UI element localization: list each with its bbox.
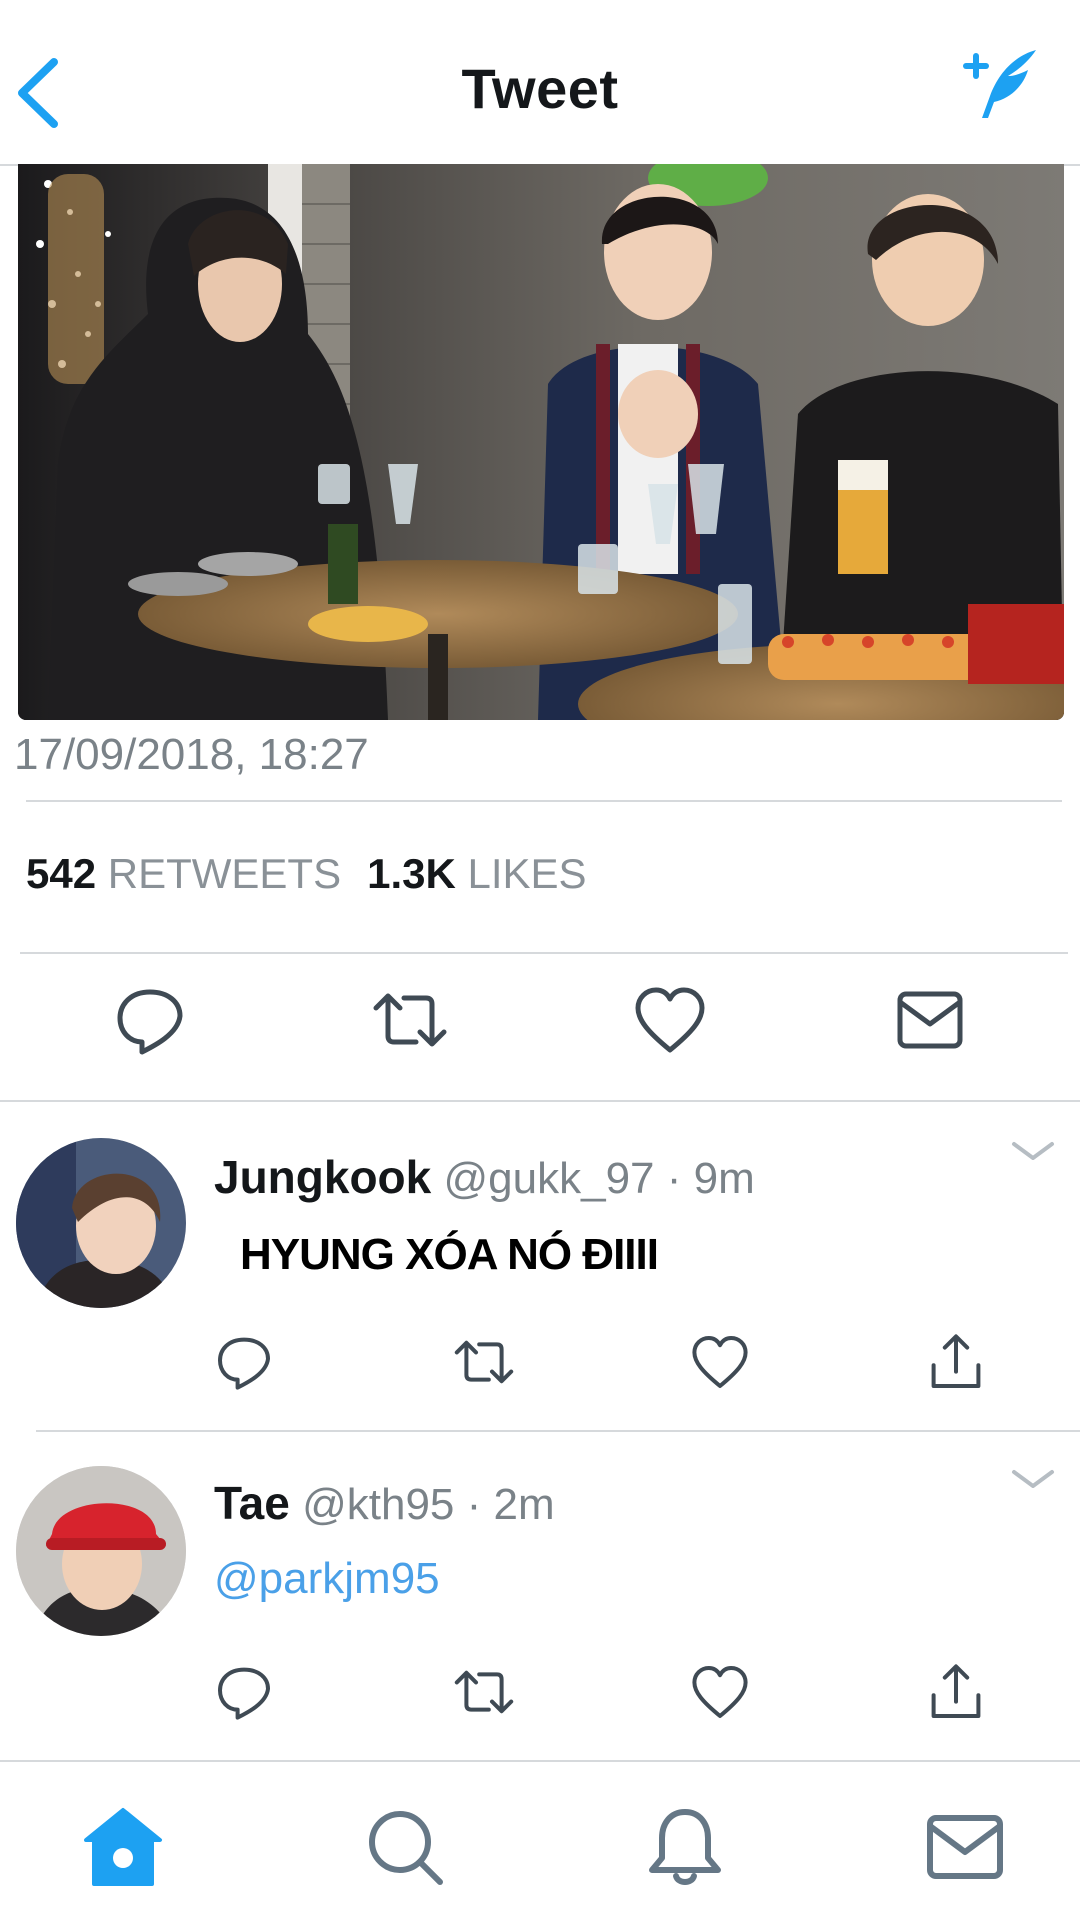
messages-icon — [927, 1815, 1003, 1879]
display-name[interactable]: Tae — [214, 1477, 290, 1529]
tab-notifications[interactable] — [640, 1802, 730, 1892]
search-icon — [369, 1811, 443, 1885]
like-icon — [692, 1336, 748, 1388]
reply-header: Tae @kth95 · 2m — [214, 1476, 555, 1530]
retweet-button[interactable] — [370, 980, 450, 1060]
share-icon — [931, 1334, 981, 1388]
tweet-media-image[interactable] — [18, 164, 1064, 720]
reply-icon — [218, 1667, 270, 1720]
reply-icon — [218, 1337, 270, 1390]
compose-feather-icon — [963, 50, 1036, 118]
likes-label: LIKES — [467, 850, 587, 897]
like-button[interactable] — [688, 1660, 752, 1724]
direct-message-button[interactable] — [890, 980, 970, 1060]
like-button[interactable] — [630, 980, 710, 1060]
bottom-tab-bar — [0, 1760, 1080, 1922]
like-icon — [635, 987, 705, 1053]
avatar-photo — [16, 1138, 186, 1308]
reply-button[interactable] — [212, 1660, 276, 1724]
user-handle[interactable]: @kth95 — [302, 1480, 454, 1529]
compose-tweet-button[interactable] — [954, 44, 1044, 124]
divider — [20, 952, 1068, 954]
chevron-down-icon[interactable] — [1010, 1466, 1056, 1492]
retweets-count: 542 — [26, 850, 97, 897]
reply-tweet: Tae @kth95 · 2m @parkjm95 — [0, 1430, 1080, 1760]
tweet-timestamp: 17/09/2018, 18:27 — [14, 730, 369, 779]
share-button[interactable] — [924, 1330, 988, 1394]
retweets-stat[interactable]: 542 RETWEETS — [26, 850, 341, 897]
notifications-icon — [649, 1809, 721, 1885]
likes-count: 1.3K — [367, 850, 456, 897]
retweets-label: RETWEETS — [107, 850, 342, 897]
share-icon — [931, 1664, 981, 1718]
retweet-icon — [454, 1340, 514, 1384]
reply-tweet: Jungkook @gukk_97 · 9m HYUNG XÓA NÓ ĐIII… — [0, 1100, 1080, 1430]
top-navigation-bar: Tweet — [0, 0, 1080, 166]
separator-dot: · — [466, 1480, 482, 1529]
like-icon — [692, 1666, 748, 1718]
home-icon — [84, 1808, 162, 1886]
display-name[interactable]: Jungkook — [214, 1151, 431, 1203]
avatar[interactable] — [16, 1466, 186, 1636]
reply-button[interactable] — [212, 1330, 276, 1394]
tab-home[interactable] — [78, 1802, 168, 1892]
reply-header: Jungkook @gukk_97 · 9m — [214, 1150, 755, 1204]
message-icon — [897, 991, 963, 1049]
tab-search[interactable] — [360, 1802, 450, 1892]
mention-link[interactable]: @parkjm95 — [214, 1554, 440, 1604]
likes-stat[interactable]: 1.3K LIKES — [367, 850, 586, 897]
share-button[interactable] — [924, 1660, 988, 1724]
reply-icon — [117, 989, 183, 1055]
user-handle[interactable]: @gukk_97 — [443, 1154, 654, 1203]
photo-illustration — [18, 164, 1064, 720]
retweet-button[interactable] — [452, 1330, 516, 1394]
tab-messages[interactable] — [920, 1802, 1010, 1892]
tweet-action-bar — [0, 980, 1080, 1080]
reply-text: HYUNG XÓA NÓ ĐIIII — [240, 1230, 659, 1279]
reply-time: 9m — [693, 1154, 755, 1203]
divider — [26, 800, 1062, 802]
like-button[interactable] — [688, 1330, 752, 1394]
retweet-icon — [454, 1670, 514, 1714]
chevron-down-icon[interactable] — [1010, 1138, 1056, 1164]
reply-time: 2m — [493, 1480, 555, 1529]
retweet-icon — [373, 993, 447, 1047]
avatar[interactable] — [16, 1138, 186, 1308]
avatar-photo — [16, 1466, 186, 1636]
tweet-stats: 542 RETWEETS 1.3K LIKES — [26, 850, 587, 898]
page-title: Tweet — [461, 57, 619, 120]
retweet-button[interactable] — [452, 1660, 516, 1724]
reply-button[interactable] — [110, 980, 190, 1060]
separator-dot: · — [666, 1154, 682, 1203]
